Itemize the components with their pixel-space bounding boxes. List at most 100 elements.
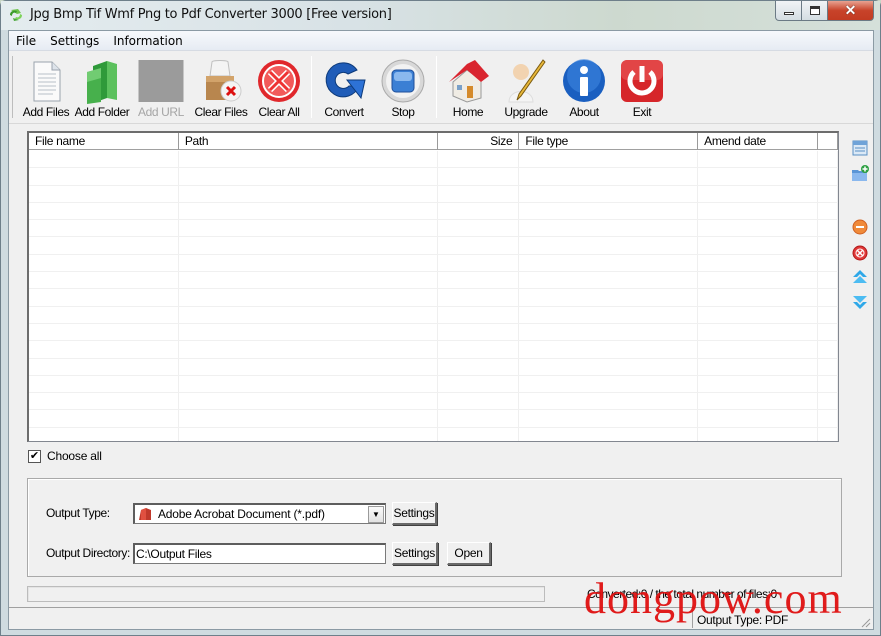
add-folder-icon[interactable]: [851, 165, 869, 183]
clear-files-button[interactable]: Clear Files: [192, 54, 250, 120]
table-cell: [698, 341, 819, 358]
toolbar-separator: [436, 56, 437, 118]
app-window: Jpg Bmp Tif Wmf Png to Pdf Converter 300…: [0, 0, 881, 636]
table-row[interactable]: [29, 185, 838, 203]
table-cell: [179, 306, 439, 323]
table-cell: [179, 323, 439, 341]
converted-count-text: Converted:0 / the total number of files:…: [587, 587, 777, 601]
table-row[interactable]: [29, 237, 838, 255]
file-list-table[interactable]: File name Path Size File type Amend date: [27, 131, 839, 442]
table-cell: [519, 323, 699, 341]
maximize-icon: [809, 6, 820, 15]
column-header-size[interactable]: Size: [438, 133, 520, 150]
client-area: File Settings Information Add Files Add …: [8, 30, 874, 630]
exit-button[interactable]: Exit: [613, 54, 671, 120]
table-cell: [179, 237, 439, 254]
table-cell: [698, 202, 819, 220]
progress-bar: [27, 586, 545, 602]
list-view-icon[interactable]: [851, 139, 869, 157]
output-settings-group: Output Type: Adobe Acrobat Document (*.p…: [27, 478, 842, 577]
table-cell: [29, 202, 179, 220]
clear-all-button[interactable]: Clear All: [250, 54, 308, 120]
table-row[interactable]: [29, 306, 838, 324]
output-type-select[interactable]: Adobe Acrobat Document (*.pdf) ▼: [133, 503, 386, 524]
table-cell: [29, 168, 179, 185]
dropdown-arrow[interactable]: ▼: [368, 505, 384, 523]
upgrade-button[interactable]: Upgrade: [497, 54, 555, 120]
table-cell: [519, 341, 699, 358]
table-cell: [179, 151, 439, 168]
about-button[interactable]: About: [555, 54, 613, 120]
menu-information[interactable]: Information: [106, 31, 189, 51]
toolbar: Add Files Add Folder Add URL Clear Files…: [9, 52, 873, 124]
convert-button[interactable]: Convert: [315, 54, 373, 120]
table-cell: [29, 393, 179, 410]
add-url-button[interactable]: Add URL: [132, 54, 190, 120]
resize-grip-icon[interactable]: [859, 616, 871, 628]
column-header-amend-date[interactable]: Amend date: [698, 133, 818, 150]
move-down-icon[interactable]: [851, 293, 869, 311]
box-clear-icon: [206, 60, 242, 102]
table-cell: [179, 410, 439, 427]
column-header-file-name[interactable]: File name: [29, 133, 179, 150]
pdf-icon: [139, 508, 151, 520]
table-row[interactable]: [29, 358, 838, 376]
convert-label: Convert: [324, 105, 364, 119]
add-files-button[interactable]: Add Files: [17, 54, 75, 120]
table-cell: [179, 427, 439, 441]
table-row[interactable]: [29, 151, 838, 169]
add-folder-label: Add Folder: [74, 105, 130, 119]
maximize-button[interactable]: [802, 1, 828, 21]
column-header-path[interactable]: Path: [179, 133, 439, 150]
minimize-button[interactable]: [775, 1, 802, 21]
table-cell: [438, 220, 520, 237]
table-row[interactable]: [29, 323, 838, 342]
table-row[interactable]: [29, 375, 838, 394]
table-row[interactable]: [29, 168, 838, 186]
choose-all-label: Choose all: [47, 449, 102, 463]
home-button[interactable]: Home: [439, 54, 497, 120]
table-cell: [179, 289, 439, 306]
table-row[interactable]: [29, 341, 838, 359]
choose-all-checkbox[interactable]: ✔ Choose all: [28, 449, 102, 463]
checkbox[interactable]: ✔: [28, 449, 41, 463]
table-cell: [519, 151, 699, 168]
table-row[interactable]: [29, 427, 838, 441]
output-type-settings-button[interactable]: Settings: [392, 502, 437, 525]
table-cell: [519, 358, 699, 375]
clear-all-label: Clear All: [258, 105, 300, 119]
table-cell: [818, 393, 838, 410]
open-directory-button[interactable]: Open: [447, 542, 491, 565]
table-row[interactable]: [29, 254, 838, 273]
table-cell: [818, 202, 838, 220]
table-cell: [438, 237, 520, 254]
table-cell: [438, 254, 520, 272]
close-button[interactable]: ✕: [828, 1, 874, 21]
output-directory-settings-button[interactable]: Settings: [392, 542, 438, 565]
table-row[interactable]: [29, 220, 838, 238]
table-row[interactable]: [29, 272, 838, 290]
add-folder-button[interactable]: Add Folder: [73, 54, 131, 120]
menu-settings[interactable]: Settings: [43, 31, 106, 51]
table-cell: [698, 272, 819, 289]
delete-all-icon[interactable]: [851, 244, 869, 262]
toolbar-separator: [311, 56, 312, 118]
table-cell: [519, 272, 699, 289]
move-up-icon[interactable]: [851, 268, 869, 286]
table-row[interactable]: [29, 202, 838, 221]
table-row[interactable]: [29, 410, 838, 428]
column-header-file-type[interactable]: File type: [519, 133, 699, 150]
title-bar[interactable]: Jpg Bmp Tif Wmf Png to Pdf Converter 300…: [1, 1, 880, 30]
table-row[interactable]: [29, 393, 838, 411]
table-cell: [29, 272, 179, 289]
remove-icon[interactable]: [851, 218, 869, 236]
output-directory-input[interactable]: C:\Output Files: [133, 543, 386, 564]
table-cell: [179, 185, 439, 202]
column-header-extra[interactable]: [818, 133, 838, 150]
table-row[interactable]: [29, 289, 838, 307]
menu-file[interactable]: File: [9, 31, 43, 51]
table-cell: [438, 375, 520, 393]
table-cell: [438, 168, 520, 185]
stop-button[interactable]: Stop: [374, 54, 432, 120]
table-cell: [179, 393, 439, 410]
